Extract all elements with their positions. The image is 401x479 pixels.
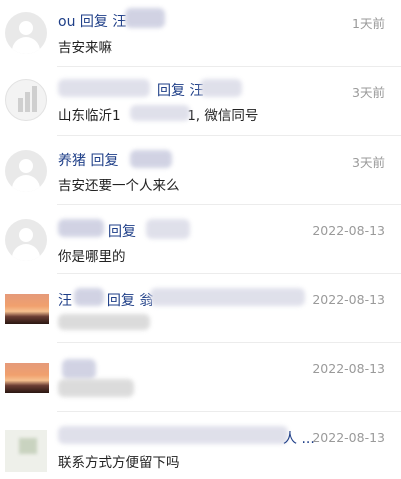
redaction-blur: [58, 314, 150, 330]
reply-target[interactable]: 人 ...: [283, 428, 315, 448]
comment-message: 吉安还要一个人来么: [58, 178, 180, 194]
comment-time: 2022-08-13: [312, 361, 385, 376]
redaction-blur: [150, 288, 305, 306]
comment-time: 3天前: [352, 85, 385, 100]
comment-item[interactable]: 回复 2022-08-13 你是哪里的: [0, 205, 401, 273]
sunset-avatar-image[interactable]: [5, 294, 49, 324]
comment-list: ou 回复 汪 1天前 吉安来嘛 回复 汪 3天前 山东临沂1 1, 微信同号: [0, 0, 401, 479]
comment-message: 吉安来嘛: [58, 40, 112, 56]
reply-verb: 回复: [79, 14, 108, 30]
message-prefix: 山东临沂1: [58, 108, 121, 124]
blurred-avatar-image[interactable]: [5, 430, 47, 472]
default-avatar-icon[interactable]: [5, 219, 47, 261]
redaction-blur: [146, 219, 190, 239]
redaction-blur: [58, 426, 288, 444]
redaction-blur: [130, 105, 190, 121]
default-avatar-icon[interactable]: [5, 150, 47, 192]
comment-title[interactable]: 汪 回复 翁: [58, 290, 153, 310]
redaction-blur: [200, 79, 242, 97]
comment-item[interactable]: 养猪 回复 3天前 吉安还要一个人来么: [0, 136, 401, 204]
comment-item[interactable]: 人 ... 2022-08-13 联系方式方便留下吗: [0, 412, 401, 479]
comment-item[interactable]: 汪 回复 翁 2022-08-13: [0, 274, 401, 342]
comment-time: 1天前: [352, 16, 385, 31]
redaction-blur: [130, 150, 172, 168]
reply-verb: 回复: [108, 224, 136, 240]
author-name[interactable]: 养猪: [58, 153, 86, 169]
sunset-avatar-image[interactable]: [5, 363, 49, 393]
reply-verb: 回复: [106, 293, 135, 309]
redaction-blur: [58, 79, 150, 97]
reply-verb: 回复: [157, 83, 185, 99]
redaction-blur: [62, 359, 96, 379]
comment-message: 你是哪里的: [58, 249, 126, 265]
comment-time: 2022-08-13: [312, 223, 385, 238]
redaction-blur: [58, 379, 134, 397]
comment-time: 3天前: [352, 155, 385, 170]
author-name[interactable]: ou: [58, 14, 75, 30]
comment-title[interactable]: 回复 汪: [157, 80, 203, 100]
comment-title[interactable]: 回复: [108, 221, 136, 241]
building-avatar-icon[interactable]: [5, 79, 47, 121]
comment-title[interactable]: 养猪 回复: [58, 150, 118, 170]
comment-time: 2022-08-13: [312, 292, 385, 307]
comment-item[interactable]: ou 回复 汪 1天前 吉安来嘛: [0, 0, 401, 66]
reply-verb: 回复: [90, 153, 119, 169]
redaction-blur: [58, 219, 104, 237]
redaction-blur: [74, 288, 104, 306]
comment-item[interactable]: 2022-08-13: [0, 343, 401, 411]
author-name[interactable]: 汪: [58, 293, 72, 309]
comment-time: 2022-08-13: [312, 430, 385, 445]
redaction-blur: [125, 8, 165, 28]
comment-item[interactable]: 回复 汪 3天前 山东临沂1 1, 微信同号: [0, 67, 401, 135]
comment-message: 联系方式方便留下吗: [58, 455, 180, 471]
comment-title[interactable]: ou 回复 汪: [58, 11, 126, 31]
message-suffix: 1, 微信同号: [187, 108, 259, 124]
default-avatar-icon[interactable]: [5, 12, 47, 54]
